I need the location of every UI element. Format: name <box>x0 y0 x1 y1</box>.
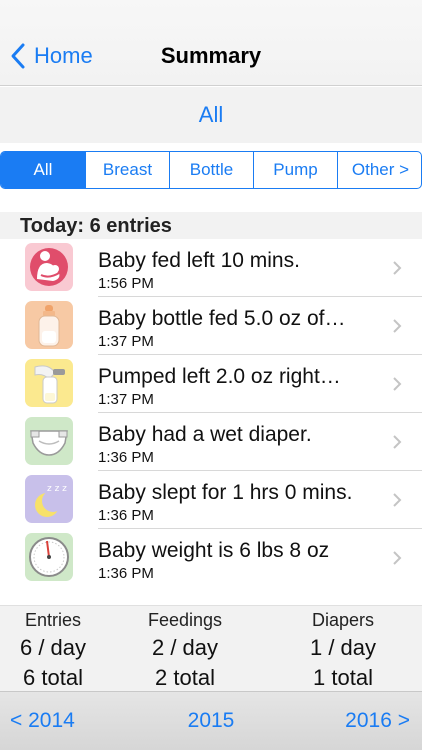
stat-per-day: 2 / day <box>151 635 219 660</box>
segment-breast[interactable]: Breast <box>85 152 169 188</box>
chevron-right-icon <box>393 319 402 333</box>
breast-pump-icon <box>25 359 73 407</box>
diaper-icon <box>25 417 73 465</box>
stat-label: Entries <box>24 610 82 630</box>
list-item[interactable]: z z z Baby slept for 1 hrs 0 mins. 1:36 … <box>0 471 422 529</box>
stat-diapers: Diapers 1 / day 1 total <box>298 610 388 691</box>
page-title: Summary <box>160 43 262 68</box>
segment-bottle[interactable]: Bottle <box>169 152 253 188</box>
list-item[interactable]: Baby weight is 6 lbs 8 oz 1:36 PM <box>0 529 422 587</box>
filter-label[interactable]: All <box>0 87 422 143</box>
entry-time: 1:36 PM <box>98 449 154 466</box>
segment-all[interactable]: All <box>1 152 85 188</box>
entry-title: Baby weight is 6 lbs 8 oz <box>98 539 330 562</box>
navigation-bar: Home Summary <box>0 0 422 86</box>
entry-time: 1:36 PM <box>98 507 154 524</box>
next-year-button[interactable]: 2016 > <box>345 709 410 733</box>
chevron-right-icon <box>393 261 402 275</box>
list-item[interactable]: Baby bottle fed 5.0 oz of… 1:37 PM <box>0 297 422 355</box>
stat-entries: Entries 6 / day 6 total <box>8 610 98 691</box>
entry-title: Pumped left 2.0 oz right… <box>98 365 341 388</box>
entry-time: 1:56 PM <box>98 275 154 292</box>
entry-title: Baby had a wet diaper. <box>98 423 312 446</box>
entry-title: Baby slept for 1 hrs 0 mins. <box>98 481 353 504</box>
chevron-right-icon <box>393 377 402 391</box>
section-header: Today: 6 entries <box>0 212 422 239</box>
chevron-right-icon <box>393 551 402 565</box>
entry-title: Baby bottle fed 5.0 oz of… <box>98 307 346 330</box>
stat-total: 6 total <box>23 665 83 690</box>
stat-label: Diapers <box>311 610 375 630</box>
stat-feedings: Feedings 2 / day 2 total <box>140 610 230 691</box>
category-segmented-control: All Breast Bottle Pump Other > <box>0 151 422 189</box>
segment-other[interactable]: Other > <box>337 152 421 188</box>
stat-total: 2 total <box>155 665 215 690</box>
stats-summary: Entries 6 / day 6 total Feedings 2 / day… <box>0 605 422 691</box>
stat-label: Feedings <box>147 610 223 630</box>
weight-scale-icon <box>25 533 73 581</box>
stat-per-day: 6 / day <box>19 635 87 660</box>
entry-title: Baby fed left 10 mins. <box>98 249 300 272</box>
year-navigation: < 2014 2015 2016 > <box>0 691 422 750</box>
sleep-moon-icon: z z z <box>25 475 73 523</box>
bottle-icon <box>25 301 73 349</box>
list-item[interactable]: Baby had a wet diaper. 1:36 PM <box>0 413 422 471</box>
entries-list: Baby fed left 10 mins. 1:56 PM Baby bott… <box>0 239 422 587</box>
svg-text:z z z: z z z <box>47 484 67 494</box>
chevron-right-icon <box>393 493 402 507</box>
breastfeeding-icon <box>25 243 73 291</box>
stat-total: 1 total <box>313 665 373 690</box>
segment-pump[interactable]: Pump <box>253 152 337 188</box>
stat-per-day: 1 / day <box>309 635 377 660</box>
list-item[interactable]: Pumped left 2.0 oz right… 1:37 PM <box>0 355 422 413</box>
entry-time: 1:37 PM <box>98 333 154 350</box>
entry-time: 1:36 PM <box>98 565 154 582</box>
chevron-right-icon <box>393 435 402 449</box>
entry-time: 1:37 PM <box>98 391 154 408</box>
list-item[interactable]: Baby fed left 10 mins. 1:56 PM <box>0 239 422 297</box>
